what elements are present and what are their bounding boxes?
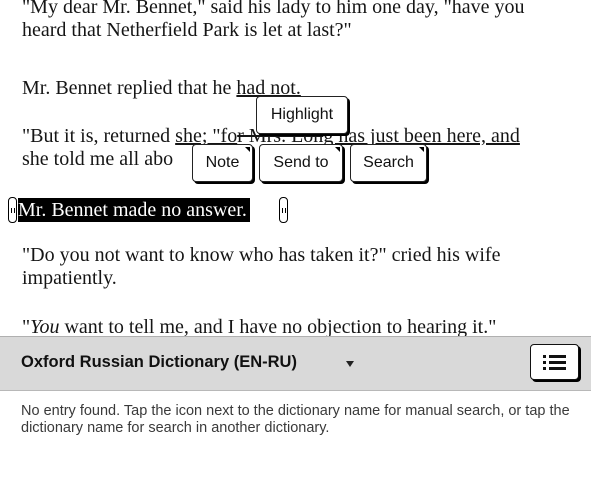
paragraph-5: "You want to tell me, and I have no obje… (22, 316, 582, 336)
search-button[interactable]: Search (350, 144, 427, 182)
send-to-button[interactable]: Send to (259, 144, 343, 182)
paragraph-4-line-2: impatiently. (22, 267, 117, 289)
selection-start-handle[interactable] (8, 197, 17, 223)
note-button[interactable]: Note (192, 144, 253, 182)
paragraph-2-text: Mr. Bennet replied that he (22, 77, 237, 99)
paragraph-1: "My dear Mr. Bennet," said his lady to h… (22, 0, 582, 50)
paragraph-5-emphasis: You (30, 316, 60, 336)
paragraph-5-quote: " (22, 316, 31, 336)
selected-text[interactable]: Mr. Bennet made no answer. (18, 198, 250, 222)
dictionary-name-selector[interactable]: Oxford Russian Dictionary (EN-RU) (21, 353, 297, 372)
paragraph-5-text: want to tell me, and I have no objection… (59, 316, 497, 336)
book-text-area[interactable]: "My dear Mr. Bennet," said his lady to h… (0, 0, 591, 336)
paragraph-4: "Do you not want to know who has taken i… (22, 244, 582, 290)
selection-end-handle[interactable] (279, 197, 288, 223)
highlight-button[interactable]: Highlight (256, 96, 348, 134)
dictionary-message: No entry found. Tap the icon next to the… (21, 403, 570, 436)
dictionary-panel: Oxford Russian Dictionary (EN-RU) No ent… (0, 336, 591, 480)
list-icon[interactable] (530, 344, 579, 380)
paragraph-1-line-2: heard that Netherfield Park is let at la… (22, 19, 352, 41)
chevron-down-icon[interactable] (346, 361, 354, 367)
paragraph-4-line-1: "Do you not want to know who has taken i… (22, 244, 501, 266)
dictionary-header: Oxford Russian Dictionary (EN-RU) (0, 336, 591, 391)
paragraph-1-line-1: "My dear Mr. Bennet," said his lady to h… (22, 0, 525, 18)
paragraph-3-text-a: "But it is, returned (22, 125, 176, 147)
